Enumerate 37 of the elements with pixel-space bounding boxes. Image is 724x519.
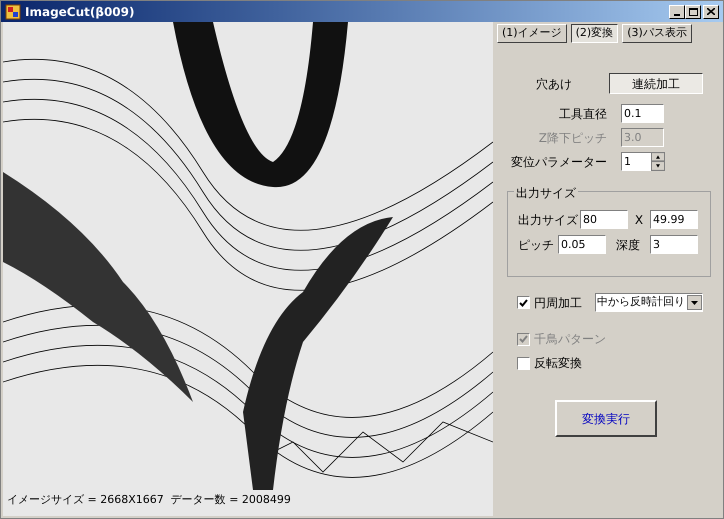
direction-dropdown[interactable]: 中から反時計回り [595,293,703,312]
tab[interactable]: (3)パス表示 [622,24,692,43]
app-icon [5,4,21,20]
tab[interactable]: (1)イメージ [497,24,567,43]
group-title: 出力サイズ [514,184,578,202]
minimize-icon [674,14,680,16]
tab[interactable]: (2)変換 [570,24,618,43]
field-label: 深度 [615,236,641,254]
status-text: イメージサイズ = 2668X1667 データー数 = 2008499 [7,493,291,506]
number-input[interactable]: 1 [621,152,651,171]
text-input[interactable]: 0.1 [621,104,664,123]
field-label: 変位パラメーター [510,154,608,170]
mode-button[interactable]: 連続加工 [609,73,703,94]
close-icon [707,8,715,15]
checkbox[interactable] [517,356,530,370]
depth-input[interactable]: 3 [650,235,698,254]
field-label: 工具直径 [558,106,608,122]
minimize-button[interactable] [669,4,685,18]
maximize-button[interactable] [685,4,701,18]
height-input[interactable]: 49.99 [650,210,698,229]
checkbox[interactable] [517,296,530,309]
checkmark-icon [519,298,528,306]
checkmark-icon [519,335,528,343]
field-label: Z降下ピッチ [538,130,608,146]
pitch-input[interactable]: 0.05 [558,235,606,254]
close-button[interactable] [703,4,719,18]
checkbox-label: 千鳥パターン [534,331,606,348]
width-input[interactable]: 80 [580,210,628,229]
field-label: ピッチ [518,236,555,254]
checkbox-label: 反転変換 [534,355,582,372]
separator-text: X [634,212,644,228]
spin-arrows-icon [651,152,665,171]
execute-button[interactable]: 変換実行 [555,400,657,437]
maximize-icon [688,8,698,16]
field-label: 出力サイズ [518,212,579,228]
checkbox-label: 円周加工 [534,294,582,312]
window-title: ImageCut(β009) [25,4,136,20]
